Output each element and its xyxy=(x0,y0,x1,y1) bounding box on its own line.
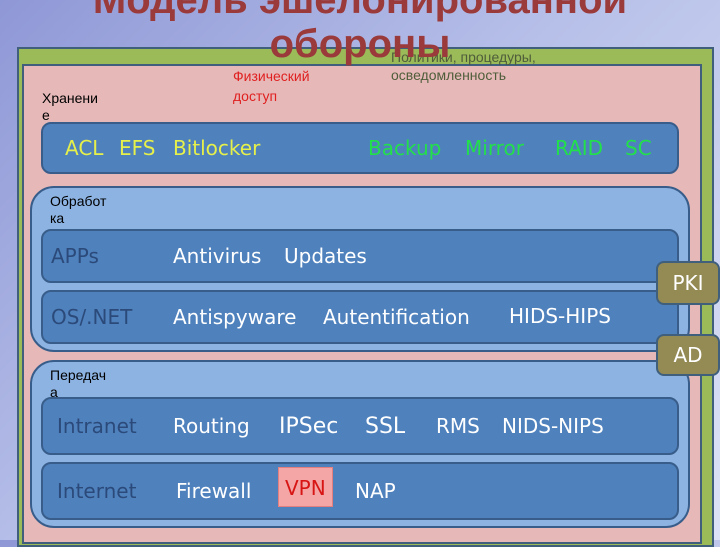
firewall-item: Firewall xyxy=(176,479,252,503)
nap-item: NAP xyxy=(355,479,396,503)
apps-band: APPs Antivirus Updates xyxy=(41,229,679,283)
vpn-item: VPN xyxy=(278,467,333,507)
storage-label: Хранение xyxy=(42,90,98,123)
acl-item: ACL xyxy=(65,136,104,160)
storage-band: ACL EFS Bitlocker Backup Mirror RAID SC xyxy=(41,122,679,174)
hids-hips-item: HIDS-HIPS xyxy=(509,304,611,328)
pki-tag: PKI xyxy=(656,261,720,305)
intranet-layer-name: Intranet xyxy=(57,414,137,438)
updates-item: Updates xyxy=(284,244,367,268)
routing-item: Routing xyxy=(173,414,250,438)
ad-tag: AD xyxy=(656,334,720,376)
os-band: OS/.NET Antispyware Autentification HIDS… xyxy=(41,290,679,344)
internet-layer-name: Internet xyxy=(57,479,137,503)
processing-label: Обработка xyxy=(50,193,107,226)
raid-item: RAID xyxy=(555,136,604,160)
mirror-item: Mirror xyxy=(465,136,524,160)
ipsec-item: IPSec xyxy=(279,414,339,439)
efs-item: EFS xyxy=(119,136,156,160)
sc-item: SC xyxy=(625,136,652,160)
diagram-title: Модель эшелонированной обороны xyxy=(92,0,628,66)
transfer-label: Передача xyxy=(50,367,107,400)
antispyware-item: Antispyware xyxy=(173,305,297,329)
antivirus-item: Antivirus xyxy=(173,244,262,268)
intranet-band: Intranet Routing IPSec SSL RMS NIDS-NIPS xyxy=(41,397,679,455)
internet-band: Internet Firewall VPN NAP xyxy=(41,462,679,520)
backup-item: Backup xyxy=(368,136,442,160)
apps-layer-name: APPs xyxy=(51,244,99,268)
physical-access-label: Физический доступ xyxy=(233,68,310,104)
rms-item: RMS xyxy=(436,414,480,438)
autentification-item: Autentification xyxy=(323,305,470,329)
ssl-item: SSL xyxy=(365,414,406,439)
bitlocker-item: Bitlocker xyxy=(173,136,261,160)
os-layer-name: OS/.NET xyxy=(51,305,133,329)
nids-nips-item: NIDS-NIPS xyxy=(502,414,604,438)
